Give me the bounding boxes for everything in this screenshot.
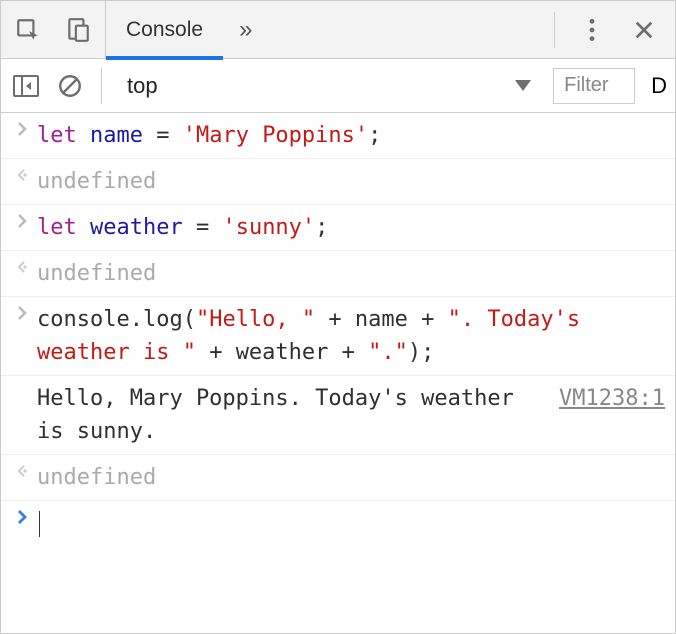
tabbar-right-group (542, 1, 675, 58)
inspect-icon[interactable] (13, 15, 43, 45)
console-input-row: let weather = 'sunny'; (1, 205, 675, 251)
return-arrow-icon (7, 461, 37, 494)
more-tabs-button[interactable]: » (223, 16, 268, 44)
console-input-content: let weather = 'sunny'; (37, 211, 665, 244)
console-input-row: let name = 'Mary Poppins'; (1, 113, 675, 159)
tabbar-left-group (1, 1, 106, 58)
more-tabs-glyph: » (239, 16, 252, 43)
console-input-row: console.log("Hello, " + name + ". Today'… (1, 297, 675, 376)
console-return-content: undefined (37, 257, 665, 290)
console-input-content: let name = 'Mary Poppins'; (37, 119, 665, 152)
devtools-tabbar: Console » (1, 1, 675, 59)
divider (554, 12, 555, 48)
clear-console-icon[interactable] (53, 69, 87, 103)
context-label: top (127, 73, 158, 99)
console-return-content: undefined (37, 461, 665, 494)
filter-input[interactable]: Filter (553, 68, 635, 104)
console-return-row: undefined (1, 159, 675, 205)
return-arrow-icon (7, 257, 37, 290)
close-icon[interactable] (629, 15, 659, 45)
show-sidebar-icon[interactable] (9, 69, 43, 103)
input-chevron-icon (7, 119, 37, 152)
chevron-down-icon (514, 73, 532, 99)
console-toolbar: top Filter D (1, 59, 675, 113)
console-return-row: undefined (1, 251, 675, 297)
input-chevron-icon (7, 303, 37, 369)
prompt-chevron-icon (7, 507, 37, 540)
console-input[interactable] (37, 507, 665, 540)
kebab-menu-icon[interactable] (577, 15, 607, 45)
console-log-content: VM1238:1Hello, Mary Poppins. Today's wea… (37, 382, 665, 448)
tab-label: Console (126, 18, 203, 42)
filter-placeholder: Filter (564, 74, 608, 97)
context-selector[interactable]: top (116, 68, 543, 104)
console-output: let name = 'Mary Poppins'; undefined let w… (1, 113, 675, 546)
divider (101, 68, 102, 104)
console-return-content: undefined (37, 165, 665, 198)
console-prompt-row[interactable] (1, 501, 675, 546)
console-log-row: VM1238:1Hello, Mary Poppins. Today's wea… (1, 376, 675, 455)
blank-gutter (7, 382, 37, 448)
source-link[interactable]: VM1238:1 (559, 382, 665, 415)
console-return-row: undefined (1, 455, 675, 501)
return-arrow-icon (7, 165, 37, 198)
console-input-content: console.log("Hello, " + name + ". Today'… (37, 303, 665, 369)
tab-console[interactable]: Console (106, 3, 223, 60)
toolbar-right-text: D (651, 73, 667, 99)
device-toolbar-icon[interactable] (63, 15, 93, 45)
input-chevron-icon (7, 211, 37, 244)
text-cursor (39, 511, 40, 537)
